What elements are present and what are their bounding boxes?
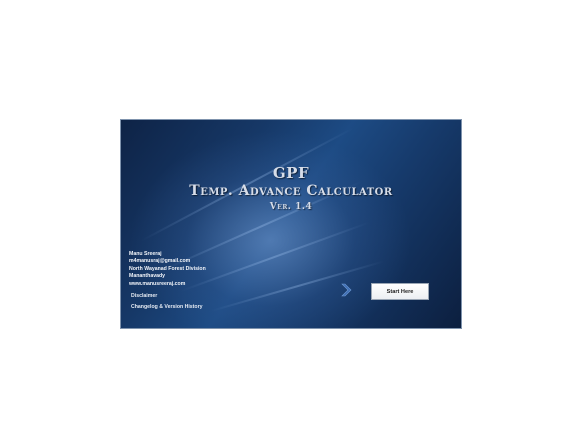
author-division: North Wayanad Forest Division [129, 265, 206, 272]
author-name: Manu Sreeraj [129, 251, 162, 257]
title-gpf: GPF [272, 164, 310, 182]
author-email: m4manusraj@gmail.com [129, 258, 191, 265]
light-streak [180, 221, 370, 292]
splash-screen: GPF Temp. Advance Calculator Ver. 1.4 Ma… [120, 119, 462, 329]
disclaimer-link[interactable]: Disclaimer [131, 293, 157, 299]
author-website: www.manusreeraj.com [129, 280, 186, 287]
author-location: Mananthavady [129, 273, 166, 280]
title-calculator: Temp. Advance Calculator [189, 183, 393, 199]
light-streak [210, 260, 385, 312]
app-title: GPF Temp. Advance Calculator Ver. 1.4 [121, 164, 461, 213]
chevron-right-icon [341, 283, 352, 297]
start-here-button[interactable]: Start Here [371, 283, 429, 300]
changelog-link[interactable]: Changelog & Version History [131, 304, 203, 310]
version-label: Ver. 1.4 [269, 202, 313, 212]
author-info: Manu Sreeraj m4manusraj@gmail.com North … [129, 251, 206, 288]
